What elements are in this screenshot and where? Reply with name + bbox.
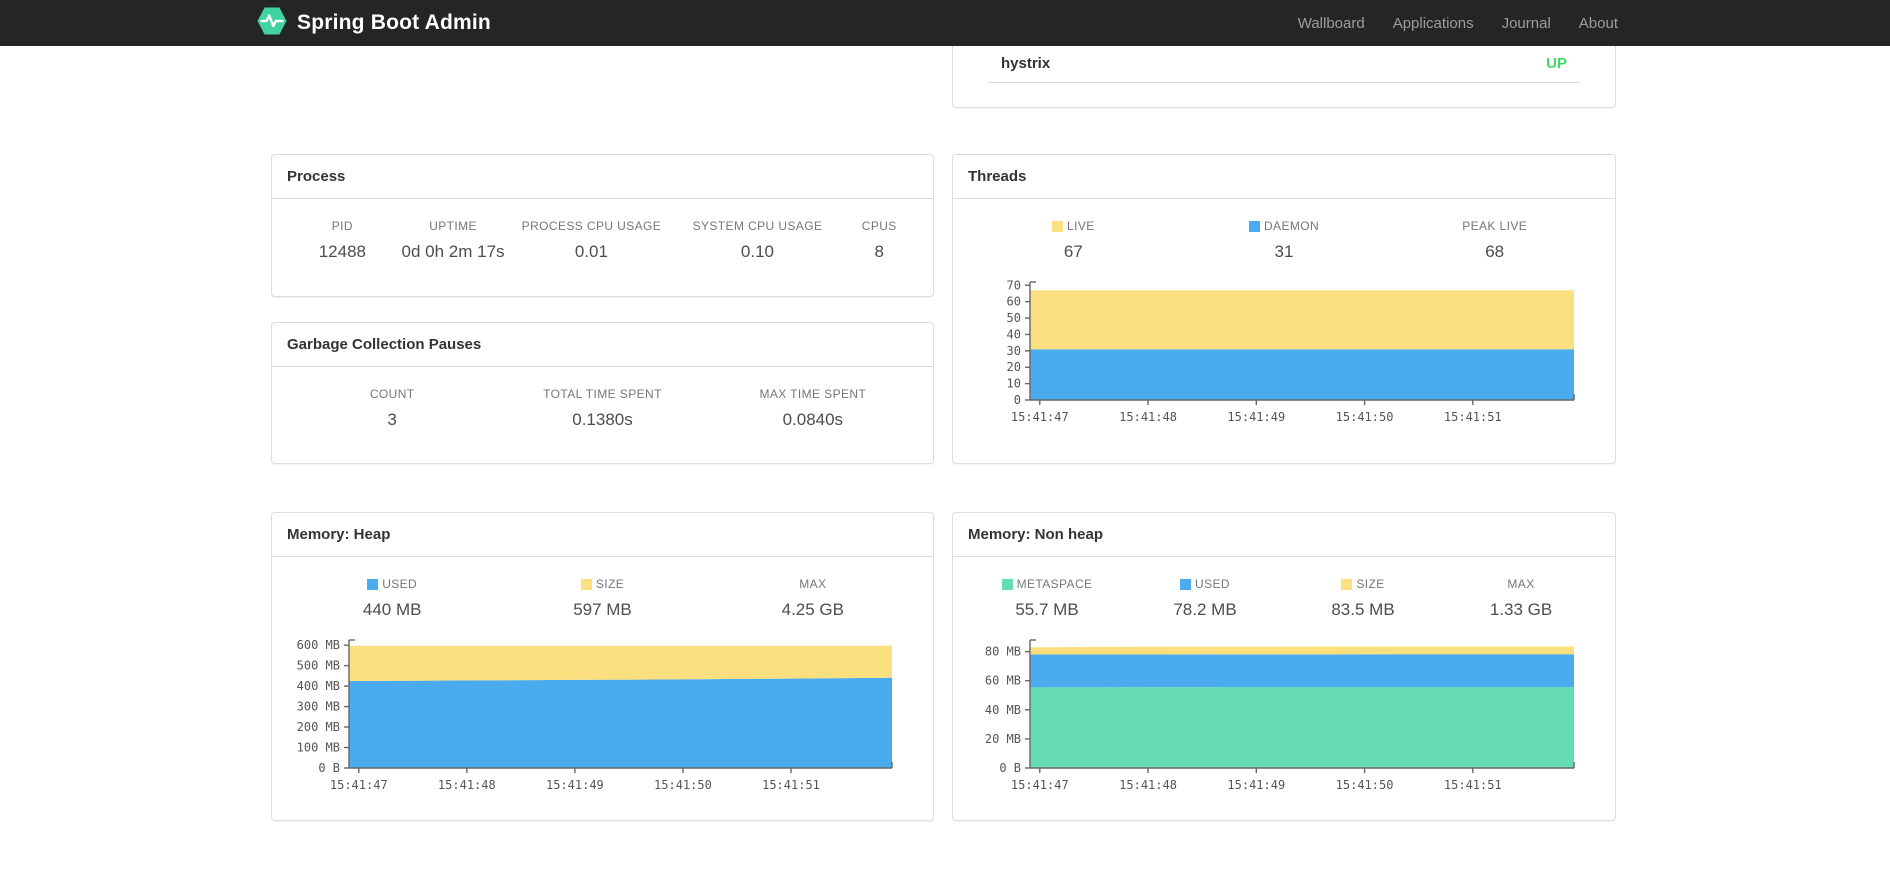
memory-nonheap-panel: Memory: Non heap METASPACE 55.7 MB USED [952, 512, 1616, 821]
stat-nonheap-used: USED 78.2 MB [1173, 577, 1237, 619]
top-navbar: Spring Boot Admin Wallboard Applications… [0, 0, 1890, 46]
memory-nonheap-chart: 0 B 20 MB 40 MB 60 MB 80 MB 15:41:47 15:41:48 1… [968, 632, 1600, 794]
stat-heap-max: MAX 4.25 GB [781, 577, 844, 619]
nonheap-used-legend-swatch [1180, 578, 1192, 590]
threads-panel-title: Threads [953, 155, 1615, 199]
memory-nonheap-panel-title: Memory: Non heap [953, 513, 1615, 557]
svg-text:15:41:47: 15:41:47 [330, 778, 388, 792]
svg-text:15:41:47: 15:41:47 [1011, 778, 1069, 792]
gc-stats: COUNT 3 TOTAL TIME SPENT 0.1380s MAX TIM… [287, 367, 918, 430]
nonheap-size-legend-swatch [1341, 578, 1353, 590]
nav-link-journal[interactable]: Journal [1488, 15, 1565, 32]
heap-used-legend-swatch [367, 578, 379, 590]
stat-uptime: UPTIME 0d 0h 2m 17s [401, 219, 505, 261]
stat-nonheap-size: SIZE 83.5 MB [1331, 577, 1395, 619]
threads-panel: Threads LIVE 67 DAEMON 31 PEAK LIVE 68 0… [952, 154, 1616, 464]
svg-text:20 MB: 20 MB [985, 732, 1021, 746]
nav-link-about[interactable]: About [1565, 15, 1618, 32]
heap-size-legend-swatch [580, 578, 592, 590]
row-process-threads: Process PID 12488 UPTIME 0d 0h 2m 17s PR… [271, 154, 1616, 464]
process-stats: PID 12488 UPTIME 0d 0h 2m 17s PROCESS CP… [287, 199, 918, 262]
stat-threads-peak-live: PEAK LIVE 68 [1462, 219, 1528, 261]
svg-text:70: 70 [1007, 278, 1021, 292]
svg-text:60: 60 [1007, 295, 1021, 309]
gc-panel: Garbage Collection Pauses COUNT 3 TOTAL … [271, 322, 934, 464]
stat-pid: PID 12488 [318, 219, 366, 261]
svg-text:600 MB: 600 MB [297, 638, 340, 652]
memory-heap-chart: 0 B 100 MB 200 MB 300 MB 400 MB 500 MB 600 MB 1… [287, 632, 918, 794]
svg-text:0 B: 0 B [999, 761, 1021, 775]
stat-system-cpu-usage: SYSTEM CPU USAGE 0.10 [692, 219, 823, 261]
stat-threads-live: LIVE 67 [968, 219, 1179, 262]
stat-cpus: CPUS 8 [861, 219, 897, 261]
stat-gc-count: COUNT 3 [369, 387, 415, 429]
stat-process-cpu-usage: PROCESS CPU USAGE 0.01 [521, 219, 662, 261]
metaspace-legend-swatch [1001, 578, 1013, 590]
nav-link-wallboard[interactable]: Wallboard [1284, 15, 1379, 32]
svg-text:15:41:51: 15:41:51 [762, 778, 820, 792]
svg-text:15:41:48: 15:41:48 [1119, 410, 1177, 424]
threads-chart: 0 10 20 30 40 50 60 70 15:41:47 15:41:48 15:41:49 1… [968, 274, 1600, 426]
row-memory: Memory: Heap USED 440 MB SIZE 597 MB MAX… [271, 512, 1616, 821]
stat-threads-daemon: DAEMON 31 [1179, 219, 1390, 262]
memory-nonheap-stats: METASPACE 55.7 MB USED 78.2 MB SIZE 83.5… [968, 557, 1600, 620]
memory-heap-panel-title: Memory: Heap [272, 513, 933, 557]
svg-text:15:41:48: 15:41:48 [438, 778, 496, 792]
svg-text:400 MB: 400 MB [297, 679, 340, 693]
svg-text:50: 50 [1007, 311, 1021, 325]
gc-panel-title: Garbage Collection Pauses [272, 323, 933, 367]
navbar-inner: Spring Boot Admin Wallboard Applications… [256, 5, 1618, 42]
svg-text:40: 40 [1007, 327, 1021, 341]
svg-text:40 MB: 40 MB [985, 703, 1021, 717]
threads-stats: LIVE 67 DAEMON 31 PEAK LIVE 68 [968, 199, 1600, 262]
svg-text:30: 30 [1007, 344, 1021, 358]
stat-gc-total-time: TOTAL TIME SPENT 0.1380s [543, 387, 662, 429]
brand-title: Spring Boot Admin [297, 11, 491, 34]
stat-gc-max-time: MAX TIME SPENT 0.0840s [759, 387, 867, 429]
svg-text:15:41:51: 15:41:51 [1444, 778, 1502, 792]
svg-text:10: 10 [1007, 377, 1021, 391]
status-badge: UP [1546, 55, 1567, 72]
memory-heap-stats: USED 440 MB SIZE 597 MB MAX 4.25 GB [287, 557, 918, 620]
svg-text:20: 20 [1007, 360, 1021, 374]
svg-text:15:41:50: 15:41:50 [1336, 410, 1394, 424]
daemon-legend-swatch [1248, 220, 1260, 232]
svg-text:15:41:51: 15:41:51 [1444, 410, 1502, 424]
right-column: Threads LIVE 67 DAEMON 31 PEAK LIVE 68 0… [952, 154, 1616, 464]
application-status-row: hystrix UP [989, 46, 1579, 83]
svg-text:0: 0 [1014, 393, 1021, 407]
svg-text:15:41:49: 15:41:49 [1227, 778, 1285, 792]
stat-nonheap-metaspace: METASPACE 55.7 MB [968, 577, 1126, 620]
svg-text:80 MB: 80 MB [985, 645, 1021, 659]
process-panel-title: Process [272, 155, 933, 199]
process-panel: Process PID 12488 UPTIME 0d 0h 2m 17s PR… [271, 154, 934, 297]
brand-link[interactable]: Spring Boot Admin [256, 5, 491, 42]
pulse-hexagon-icon [256, 5, 288, 42]
main-content: hystrix UP Process PID 12488 UPTIME 0d 0… [271, 46, 1616, 821]
stat-nonheap-max: MAX 1.33 GB [1489, 577, 1553, 619]
live-legend-swatch [1052, 220, 1064, 232]
svg-text:200 MB: 200 MB [297, 720, 340, 734]
svg-text:500 MB: 500 MB [297, 659, 340, 673]
svg-text:15:41:48: 15:41:48 [1119, 778, 1177, 792]
stat-heap-used: USED 440 MB [362, 577, 422, 619]
svg-text:15:41:50: 15:41:50 [1336, 778, 1394, 792]
svg-text:100 MB: 100 MB [297, 741, 340, 755]
svg-text:0 B: 0 B [318, 761, 340, 775]
application-status-panel: hystrix UP [952, 46, 1616, 108]
stat-heap-size: SIZE 597 MB [573, 577, 632, 619]
memory-heap-panel: Memory: Heap USED 440 MB SIZE 597 MB MAX… [271, 512, 934, 821]
nav-links: Wallboard Applications Journal About [1284, 15, 1618, 32]
svg-text:300 MB: 300 MB [297, 700, 340, 714]
svg-text:15:41:49: 15:41:49 [546, 778, 604, 792]
application-name: hystrix [1001, 55, 1051, 72]
nav-link-applications[interactable]: Applications [1379, 15, 1488, 32]
svg-text:60 MB: 60 MB [985, 674, 1021, 688]
svg-text:15:41:50: 15:41:50 [654, 778, 712, 792]
svg-text:15:41:49: 15:41:49 [1227, 410, 1285, 424]
svg-text:15:41:47: 15:41:47 [1011, 410, 1069, 424]
left-column: Process PID 12488 UPTIME 0d 0h 2m 17s PR… [271, 154, 934, 464]
